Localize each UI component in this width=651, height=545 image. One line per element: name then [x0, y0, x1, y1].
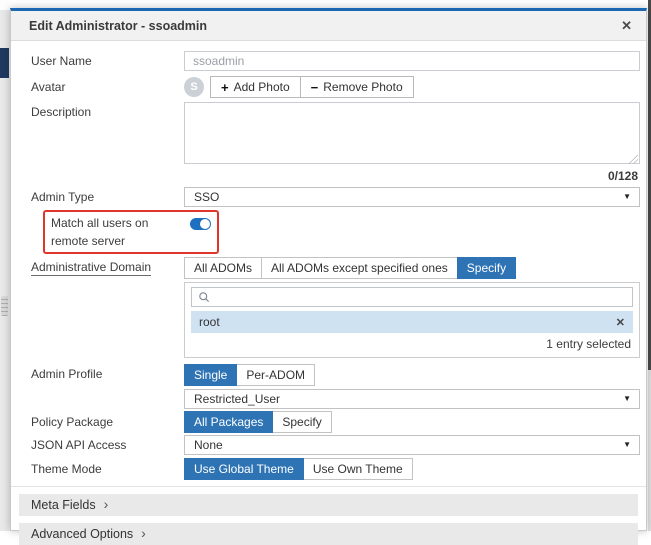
description-label: Description [31, 105, 92, 119]
theme-option-global[interactable]: Use Global Theme [184, 458, 304, 480]
admin-type-select[interactable]: SSO ▼ [184, 187, 640, 207]
adom-picker-panel: root ✕ 1 entry selected [184, 282, 640, 358]
admin-profile-select[interactable]: Restricted_User ▼ [184, 389, 640, 409]
policy-option-all[interactable]: All Packages [184, 411, 274, 433]
adom-option-all[interactable]: All ADOMs [184, 257, 263, 279]
add-photo-button[interactable]: + Add Photo [211, 77, 300, 97]
background-top [0, 0, 10, 10]
plus-icon: + [221, 79, 229, 95]
match-remote-label: Match all users on remote server [51, 216, 149, 248]
adom-segmented-control: All ADOMs All ADOMs except specified one… [184, 257, 517, 279]
description-char-counter: 0/128 [607, 169, 638, 183]
chevron-right-icon: › [103, 496, 109, 512]
remove-photo-button[interactable]: − Remove Photo [299, 77, 413, 97]
admin-profile-value: Restricted_User [194, 392, 281, 406]
toggle-knob [200, 219, 210, 229]
administrative-domain-label: Administrative Domain [31, 260, 152, 276]
dialog-body: User Name Avatar S + Add Photo − [11, 41, 646, 480]
theme-mode-label: Theme Mode [31, 462, 102, 476]
user-name-label: User Name [31, 54, 92, 68]
user-name-input[interactable] [184, 51, 640, 71]
admin-profile-segmented-control: Single Per-ADOM [184, 364, 316, 386]
match-remote-row: Match all users on remote server [31, 210, 640, 254]
admin-profile-row: Admin Profile Single Per-ADOM Restricted… [31, 364, 640, 409]
search-icon [199, 292, 210, 303]
caret-down-icon: ▼ [623, 440, 631, 449]
close-icon[interactable]: ✕ [621, 19, 632, 32]
theme-option-own[interactable]: Use Own Theme [302, 458, 413, 480]
adom-entry-name: root [199, 315, 220, 329]
policy-package-segmented-control: All Packages Specify [184, 411, 332, 433]
avatar: S [184, 77, 204, 97]
description-textarea[interactable] [184, 102, 640, 164]
json-api-access-label: JSON API Access [31, 438, 127, 452]
edit-administrator-dialog: Edit Administrator - ssoadmin ✕ User Nam… [10, 8, 647, 545]
photo-button-group: + Add Photo − Remove Photo [210, 76, 414, 98]
caret-down-icon: ▼ [623, 394, 631, 403]
user-name-row: User Name [31, 51, 640, 71]
minus-icon: − [310, 79, 319, 95]
meta-fields-label: Meta Fields [31, 498, 96, 512]
adom-entry-root[interactable]: root ✕ [191, 311, 633, 333]
administrative-domain-row: Administrative Domain All ADOMs All ADOM… [31, 257, 640, 358]
json-api-access-value: None [194, 438, 223, 452]
json-api-access-row: JSON API Access None ▼ [31, 435, 640, 455]
chevron-right-icon: › [141, 525, 146, 541]
profile-option-per-adom[interactable]: Per-ADOM [236, 364, 316, 386]
policy-package-row: Policy Package All Packages Specify [31, 411, 640, 433]
background-navy-block [0, 48, 9, 78]
annotation-highlight-box: Match all users on remote server [43, 210, 219, 254]
background-page-edge [0, 0, 10, 531]
resize-grip-icon[interactable] [629, 155, 638, 164]
admin-type-value: SSO [194, 190, 220, 204]
remove-photo-label: Remove Photo [323, 80, 403, 94]
admin-type-label: Admin Type [31, 190, 95, 204]
adom-option-except[interactable]: All ADOMs except specified ones [261, 257, 458, 279]
theme-mode-row: Theme Mode Use Global Theme Use Own Them… [31, 458, 640, 480]
avatar-row: Avatar S + Add Photo − Remove Photo [31, 76, 640, 98]
match-remote-toggle[interactable] [190, 218, 211, 230]
profile-option-single[interactable]: Single [184, 364, 238, 386]
adom-option-specify[interactable]: Specify [456, 257, 517, 279]
theme-mode-segmented-control: Use Global Theme Use Own Theme [184, 458, 413, 480]
caret-down-icon: ▼ [623, 192, 631, 201]
advanced-options-section[interactable]: Advanced Options › [19, 523, 638, 545]
adom-selection-summary: 1 entry selected [546, 337, 631, 351]
remove-entry-icon[interactable]: ✕ [616, 316, 625, 329]
avatar-label: Avatar [31, 80, 66, 94]
adom-search-input[interactable] [191, 287, 633, 307]
meta-fields-section[interactable]: Meta Fields › [19, 494, 638, 516]
admin-type-row: Admin Type SSO ▼ [31, 187, 640, 207]
admin-profile-label: Admin Profile [31, 367, 103, 381]
dialog-title: Edit Administrator - ssoadmin [29, 18, 208, 33]
policy-package-label: Policy Package [31, 415, 114, 429]
advanced-options-label: Advanced Options [31, 527, 134, 541]
add-photo-label: Add Photo [233, 80, 290, 94]
description-row: Description 0/128 [31, 102, 640, 187]
sidebar-grip-handle[interactable] [1, 296, 8, 316]
collapsible-sections: Meta Fields › Advanced Options › [11, 486, 646, 545]
dialog-header: Edit Administrator - ssoadmin ✕ [11, 11, 646, 41]
policy-option-specify[interactable]: Specify [272, 411, 332, 433]
json-api-access-select[interactable]: None ▼ [184, 435, 640, 455]
